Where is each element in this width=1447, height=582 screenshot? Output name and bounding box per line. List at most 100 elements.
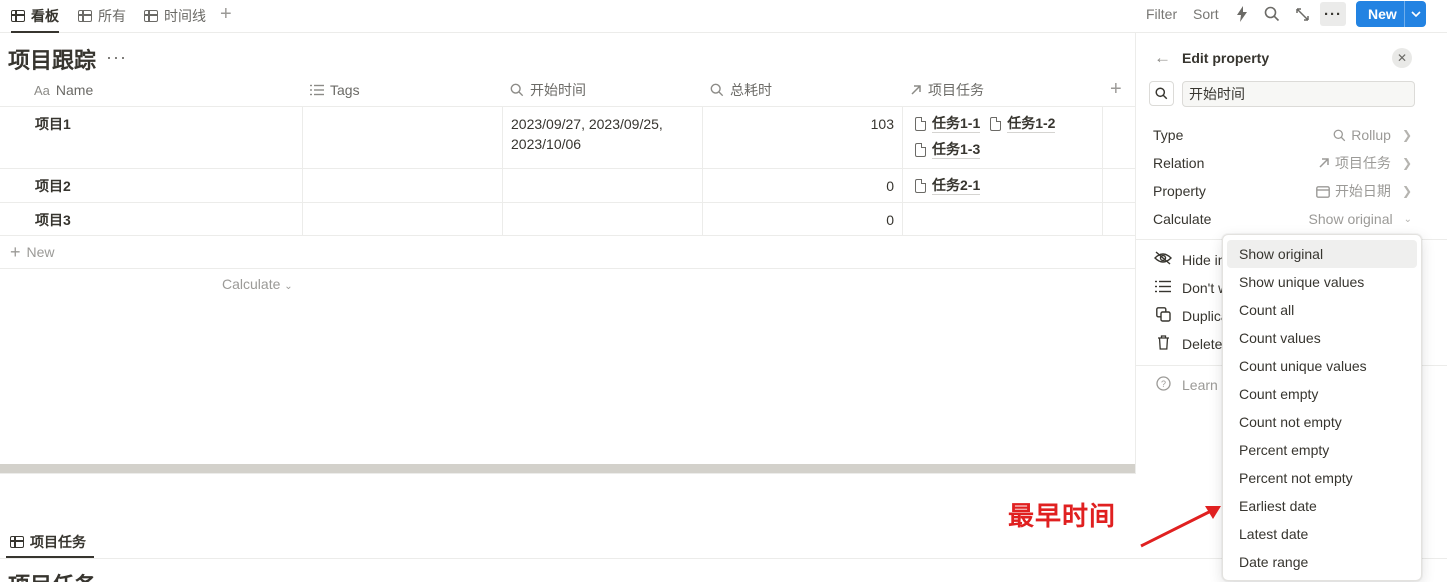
ellipsis-icon: ··· bbox=[1324, 5, 1342, 23]
cell-name[interactable]: 项目3 bbox=[0, 203, 303, 235]
search-button[interactable] bbox=[1261, 4, 1283, 24]
action-label: Duplicate property bbox=[1182, 308, 1226, 324]
view-tab-label: 所有 bbox=[98, 8, 126, 24]
column-header-tags[interactable]: Tags bbox=[302, 73, 502, 107]
text-property-icon: Aa bbox=[34, 82, 50, 98]
add-property-button[interactable]: + bbox=[1110, 78, 1122, 101]
column-label: 总耗时 bbox=[730, 82, 772, 98]
rollup-search-icon bbox=[510, 83, 524, 97]
option-count-empty[interactable]: Count empty bbox=[1227, 380, 1417, 408]
expand-button[interactable] bbox=[1291, 4, 1313, 24]
cell-total-time[interactable]: 0 bbox=[703, 169, 903, 202]
type-row[interactable]: Type Rollup ❯ bbox=[1136, 121, 1416, 149]
column-header-start-time[interactable]: 开始时间 bbox=[502, 73, 702, 107]
option-show-original[interactable]: Show original bbox=[1227, 240, 1417, 268]
option-count-unique-values[interactable]: Count unique values bbox=[1227, 352, 1417, 380]
page-icon bbox=[915, 116, 926, 131]
add-view-button[interactable]: + bbox=[220, 3, 232, 26]
search-icon bbox=[1155, 87, 1168, 100]
back-arrow-icon[interactable]: ← bbox=[1154, 48, 1171, 68]
chevron-down-icon: ⌄ bbox=[1403, 213, 1412, 225]
table-row[interactable]: 项目3 0 bbox=[0, 203, 1135, 236]
column-label: Tags bbox=[330, 82, 360, 98]
cell-tasks[interactable] bbox=[903, 203, 1103, 235]
close-icon[interactable]: ✕ bbox=[1392, 48, 1412, 68]
delete-property-button[interactable]: Delete property bbox=[1136, 330, 1226, 358]
relation-chip[interactable]: 任务1-3 bbox=[915, 140, 981, 159]
view-tab-label: 看板 bbox=[31, 8, 59, 24]
sort-button[interactable]: Sort bbox=[1193, 0, 1219, 28]
relation-label: 任务1-3 bbox=[932, 141, 981, 159]
view-tab-timeline[interactable]: 时间线 bbox=[144, 0, 206, 32]
panel-title: Edit property bbox=[1182, 50, 1270, 66]
automation-button[interactable] bbox=[1231, 4, 1253, 24]
chevron-down-icon: ⌄ bbox=[284, 281, 293, 292]
lightning-icon bbox=[1237, 6, 1247, 22]
table-icon bbox=[78, 10, 92, 22]
option-latest-date[interactable]: Latest date bbox=[1227, 520, 1417, 548]
option-count-values[interactable]: Count values bbox=[1227, 324, 1417, 352]
cell-name[interactable]: 项目2 bbox=[0, 169, 303, 202]
wrap-text-button[interactable]: Don't wrap text bbox=[1136, 274, 1226, 302]
filter-button[interactable]: Filter bbox=[1146, 0, 1177, 28]
cell-total-time[interactable]: 0 bbox=[703, 203, 903, 235]
learn-link[interactable]: ? Learn about rollups bbox=[1136, 371, 1226, 399]
page-icon bbox=[915, 142, 926, 157]
view-tab-label: 项目任务 bbox=[30, 534, 86, 550]
view-tab-board[interactable]: 看板 bbox=[11, 0, 59, 33]
cell-tags[interactable] bbox=[303, 203, 503, 235]
property-label: Property bbox=[1153, 183, 1206, 199]
cell-tasks[interactable]: 任务1-1 任务1-2 任务1-3 bbox=[903, 107, 1103, 168]
property-value-label: 开始日期 bbox=[1334, 183, 1391, 199]
relation-row[interactable]: Relation 项目任务 ❯ bbox=[1136, 149, 1416, 177]
property-icon-button[interactable] bbox=[1149, 81, 1174, 106]
cell-tags[interactable] bbox=[303, 169, 503, 202]
option-show-unique-values[interactable]: Show unique values bbox=[1227, 268, 1417, 296]
page-icon bbox=[915, 178, 926, 193]
option-percent-empty[interactable]: Percent empty bbox=[1227, 436, 1417, 464]
calculate-row[interactable]: Calculate Show original ⌄ bbox=[1136, 205, 1416, 233]
relation-chip[interactable]: 任务2-1 bbox=[915, 176, 981, 195]
view-tab-all[interactable]: 所有 bbox=[78, 0, 126, 32]
add-row-button[interactable]: + New bbox=[0, 236, 1135, 269]
new-button[interactable]: New bbox=[1356, 1, 1426, 27]
cell-start-time[interactable]: 2023/09/27, 2023/09/25, 2023/10/06 bbox=[503, 107, 703, 168]
cell-tags[interactable] bbox=[303, 107, 503, 168]
more-options-button[interactable]: ··· bbox=[1320, 2, 1346, 26]
cell-start-time[interactable] bbox=[503, 203, 703, 235]
cell-name[interactable]: 项目1 bbox=[0, 107, 303, 168]
hide-in-view-button[interactable]: Hide in view bbox=[1136, 246, 1226, 274]
calculate-button[interactable]: Calculate ⌄ bbox=[222, 276, 293, 292]
cell-total-time[interactable]: 103 bbox=[703, 107, 903, 168]
option-count-not-empty[interactable]: Count not empty bbox=[1227, 408, 1417, 436]
duplicate-property-button[interactable]: Duplicate property bbox=[1136, 302, 1226, 330]
option-date-range[interactable]: Date range bbox=[1227, 548, 1417, 576]
plus-icon: + bbox=[10, 241, 21, 262]
column-label: Name bbox=[55, 82, 94, 98]
section-divider bbox=[0, 464, 1135, 473]
option-count-all[interactable]: Count all bbox=[1227, 296, 1417, 324]
cell-start-time[interactable] bbox=[503, 169, 703, 202]
database-title[interactable]: 项目任务 bbox=[8, 568, 96, 582]
table-row[interactable]: 项目1 2023/09/27, 2023/09/25, 2023/10/06 1… bbox=[0, 107, 1135, 169]
table-row[interactable]: 项目2 0 任务2-1 bbox=[0, 169, 1135, 203]
duplicate-icon bbox=[1153, 306, 1173, 326]
property-row[interactable]: Property 开始日期 ❯ bbox=[1136, 177, 1416, 205]
rollup-search-icon bbox=[710, 83, 724, 97]
option-percent-not-empty[interactable]: Percent not empty bbox=[1227, 464, 1417, 492]
page-icon bbox=[990, 116, 1002, 131]
cell-tasks[interactable]: 任务2-1 bbox=[903, 169, 1103, 202]
relation-value-label: 项目任务 bbox=[1334, 155, 1391, 171]
column-header-total-time[interactable]: 总耗时 bbox=[702, 73, 902, 107]
option-earliest-date[interactable]: Earliest date bbox=[1227, 492, 1417, 520]
relation-chip[interactable]: 任务1-1 bbox=[915, 114, 981, 133]
column-header-tasks[interactable]: 项目任务 bbox=[902, 73, 1102, 107]
database-title[interactable]: 项目跟踪 bbox=[8, 43, 96, 75]
column-header-name[interactable]: Aa Name bbox=[26, 73, 302, 107]
view-tab-tasks[interactable]: 项目任务 bbox=[6, 526, 94, 558]
property-name-input[interactable] bbox=[1182, 81, 1415, 107]
database-options-icon[interactable]: ··· bbox=[106, 47, 127, 68]
chevron-right-icon: ❯ bbox=[1401, 184, 1412, 198]
chevron-down-icon[interactable] bbox=[1404, 1, 1426, 27]
relation-chip[interactable]: 任务1-2 bbox=[990, 114, 1056, 133]
